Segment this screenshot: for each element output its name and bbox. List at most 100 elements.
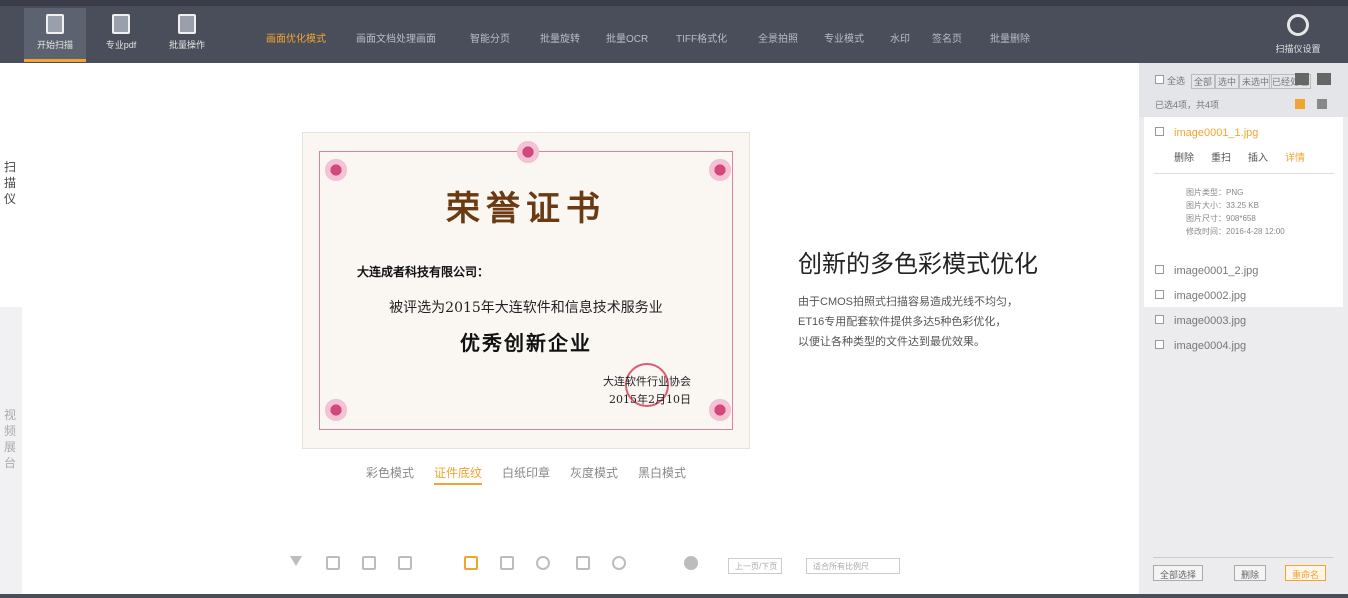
file-checkbox[interactable] (1155, 340, 1164, 349)
certificate-line2: 优秀创新企业 (460, 331, 592, 355)
scanner-settings-label: 扫描仪设置 (1275, 44, 1321, 54)
flower-ornament-icon (515, 139, 541, 165)
start-scan-label: 开始扫描 (36, 40, 73, 50)
file-name[interactable]: image0002.jpg (1174, 290, 1246, 302)
cursor-icon[interactable] (290, 556, 302, 568)
flower-ornament-icon (323, 157, 349, 183)
certificate-date: 2015年2月10日 (609, 393, 691, 406)
pro-pdf-button[interactable]: 专业pdf (90, 8, 152, 62)
page-select[interactable]: 上一页/下页 (728, 558, 782, 574)
nav-item-7[interactable]: 专业模式 (824, 30, 864, 45)
flower-ornament-icon (707, 157, 733, 183)
mode-tab-color[interactable]: 彩色模式 (366, 464, 414, 481)
feature-title: 创新的多色彩模式优化 (798, 251, 1038, 278)
pro-pdf-label: 专业pdf (105, 40, 137, 50)
left-sidebar: 扫描仪 视频展台 (0, 63, 22, 598)
certificate-recipient: 大连成者科技有限公司： (357, 265, 490, 279)
filter-unselected[interactable]: 未选中 (1239, 74, 1273, 89)
window-title-strip (0, 0, 1348, 6)
top-toolbar: 开始扫描 专业pdf 批量操作 画面优化模式 画面文档处理画面 智能分页 批量旋… (0, 0, 1348, 63)
certificate-issuer: 大连软件行业协会 (603, 375, 691, 388)
rescan-action[interactable]: 重扫 (1211, 149, 1231, 164)
select-all-button[interactable]: 全部选择 (1153, 565, 1204, 581)
rename-button[interactable]: 重命名 (1285, 565, 1327, 581)
scanner-tab[interactable]: 扫描仪 (4, 159, 18, 207)
flower-ornament-icon (707, 397, 733, 423)
mode-tab-black-white[interactable]: 黑白模式 (638, 464, 686, 481)
meta-dimensions: 图片尺寸：908*658 (1186, 214, 1256, 223)
grid-view-icon[interactable] (1317, 99, 1327, 109)
nav-item-1[interactable]: 画面文档处理画面 (356, 30, 436, 45)
filter-all[interactable]: 全部 (1191, 74, 1216, 89)
mode-tab-id-pattern[interactable]: 证件底纹 (434, 464, 483, 485)
list-view-icon[interactable] (1295, 99, 1305, 109)
split-page-icon[interactable] (398, 556, 412, 570)
refresh-icon[interactable] (612, 556, 626, 570)
nav-item-4[interactable]: 批量OCR (606, 30, 648, 45)
batch-operation-button[interactable]: 批量操作 (156, 8, 218, 62)
split-vertical-icon[interactable] (362, 556, 376, 570)
scan-icon (46, 14, 64, 34)
zoom-select[interactable]: 适合所有比例尺 (806, 558, 900, 574)
folder-icon[interactable] (1317, 73, 1331, 85)
image-add-icon[interactable] (1295, 73, 1309, 85)
select-all-checkbox[interactable] (1155, 75, 1164, 84)
crop-icon[interactable] (500, 556, 514, 570)
mode-tab-grayscale[interactable]: 灰度模式 (570, 464, 618, 481)
nav-item-8[interactable]: 水印 (890, 30, 910, 45)
image-edit-icon[interactable] (576, 556, 590, 570)
document-preview: 荣誉证书 大连成者科技有限公司： 被评选为2015年大连软件和信息技术服务业 优… (302, 132, 750, 449)
insert-action[interactable]: 插入 (1248, 149, 1268, 164)
video-booth-tab[interactable]: 视频展台 (4, 407, 18, 471)
certificate-title: 荣誉证书 (446, 189, 606, 229)
divider (1153, 557, 1333, 558)
nav-item-10[interactable]: 批量删除 (990, 30, 1030, 45)
divider (1154, 173, 1334, 174)
delete-action[interactable]: 删除 (1174, 149, 1194, 164)
nav-item-0[interactable]: 画面优化模式 (266, 30, 326, 45)
delete-button[interactable]: 删除 (1234, 565, 1267, 581)
globe-icon[interactable] (684, 556, 698, 570)
file-list-header: 全选 全部 选中 未选中 已经处理 已选4项，共4项 (1139, 63, 1348, 117)
feature-desc-line: ET16专用配套软件提供多达5种色彩优化， (798, 316, 1007, 328)
filter-selected[interactable]: 选中 (1215, 74, 1240, 89)
meta-size: 图片大小：33.25 KB (1186, 201, 1259, 210)
file-name[interactable]: image0001_1.jpg (1174, 127, 1258, 139)
nav-item-6[interactable]: 全景拍照 (758, 30, 798, 45)
scanner-settings-button[interactable]: 扫描仪设置 (1268, 14, 1328, 55)
file-name[interactable]: image0004.jpg (1174, 340, 1246, 352)
file-checkbox[interactable] (1155, 265, 1164, 274)
window-bottom-border (0, 594, 1348, 598)
file-list-panel: 全选 全部 选中 未选中 已经处理 已选4项，共4项 image0001_1.j… (1139, 63, 1348, 598)
file-name[interactable]: image0003.jpg (1174, 315, 1246, 327)
details-action[interactable]: 详情 (1285, 149, 1305, 164)
batch-icon (178, 14, 196, 34)
nav-item-9[interactable]: 签名页 (932, 30, 962, 45)
nav-item-2[interactable]: 智能分页 (470, 30, 510, 45)
file-checkbox[interactable] (1155, 290, 1164, 299)
certificate-line1: 被评选为2015年大连软件和信息技术服务业 (389, 300, 663, 316)
selected-file-card: image0001_1.jpg 删除 重扫 插入 详情 图片类型：PNG 图片大… (1144, 117, 1343, 307)
flower-ornament-icon (323, 397, 349, 423)
nav-item-5[interactable]: TIFF格式化 (676, 30, 727, 45)
feature-desc-line: 以便让各种类型的文件达到最优效果。 (798, 336, 985, 348)
crop-frame-icon[interactable] (464, 556, 478, 570)
rotate-icon[interactable] (536, 556, 550, 570)
split-horizontal-icon[interactable] (326, 556, 340, 570)
file-checkbox[interactable] (1155, 127, 1164, 136)
meta-type: 图片类型：PNG (1186, 188, 1244, 197)
feature-description: 由于CMOS拍照式扫描容易造成光线不均匀， ET16专用配套软件提供多达5种色彩… (798, 292, 1058, 352)
meta-modified: 修改时间：2016-4-28 12:00 (1186, 227, 1285, 236)
select-all-label: 全选 (1167, 76, 1186, 86)
start-scan-button[interactable]: 开始扫描 (24, 8, 86, 62)
file-checkbox[interactable] (1155, 315, 1164, 324)
gear-icon (1287, 14, 1309, 36)
file-name[interactable]: image0001_2.jpg (1174, 265, 1258, 277)
mode-tab-white-paper-stamp[interactable]: 白纸印章 (502, 464, 550, 481)
left-sidebar-lower: 视频展台 (0, 307, 22, 598)
nav-item-3[interactable]: 批量旋转 (540, 30, 580, 45)
batch-operation-label: 批量操作 (168, 40, 205, 50)
feature-desc-line: 由于CMOS拍照式扫描容易造成光线不均匀， (798, 296, 1018, 308)
selection-count: 已选4项，共4项 (1155, 100, 1220, 110)
pdf-icon (112, 14, 130, 34)
